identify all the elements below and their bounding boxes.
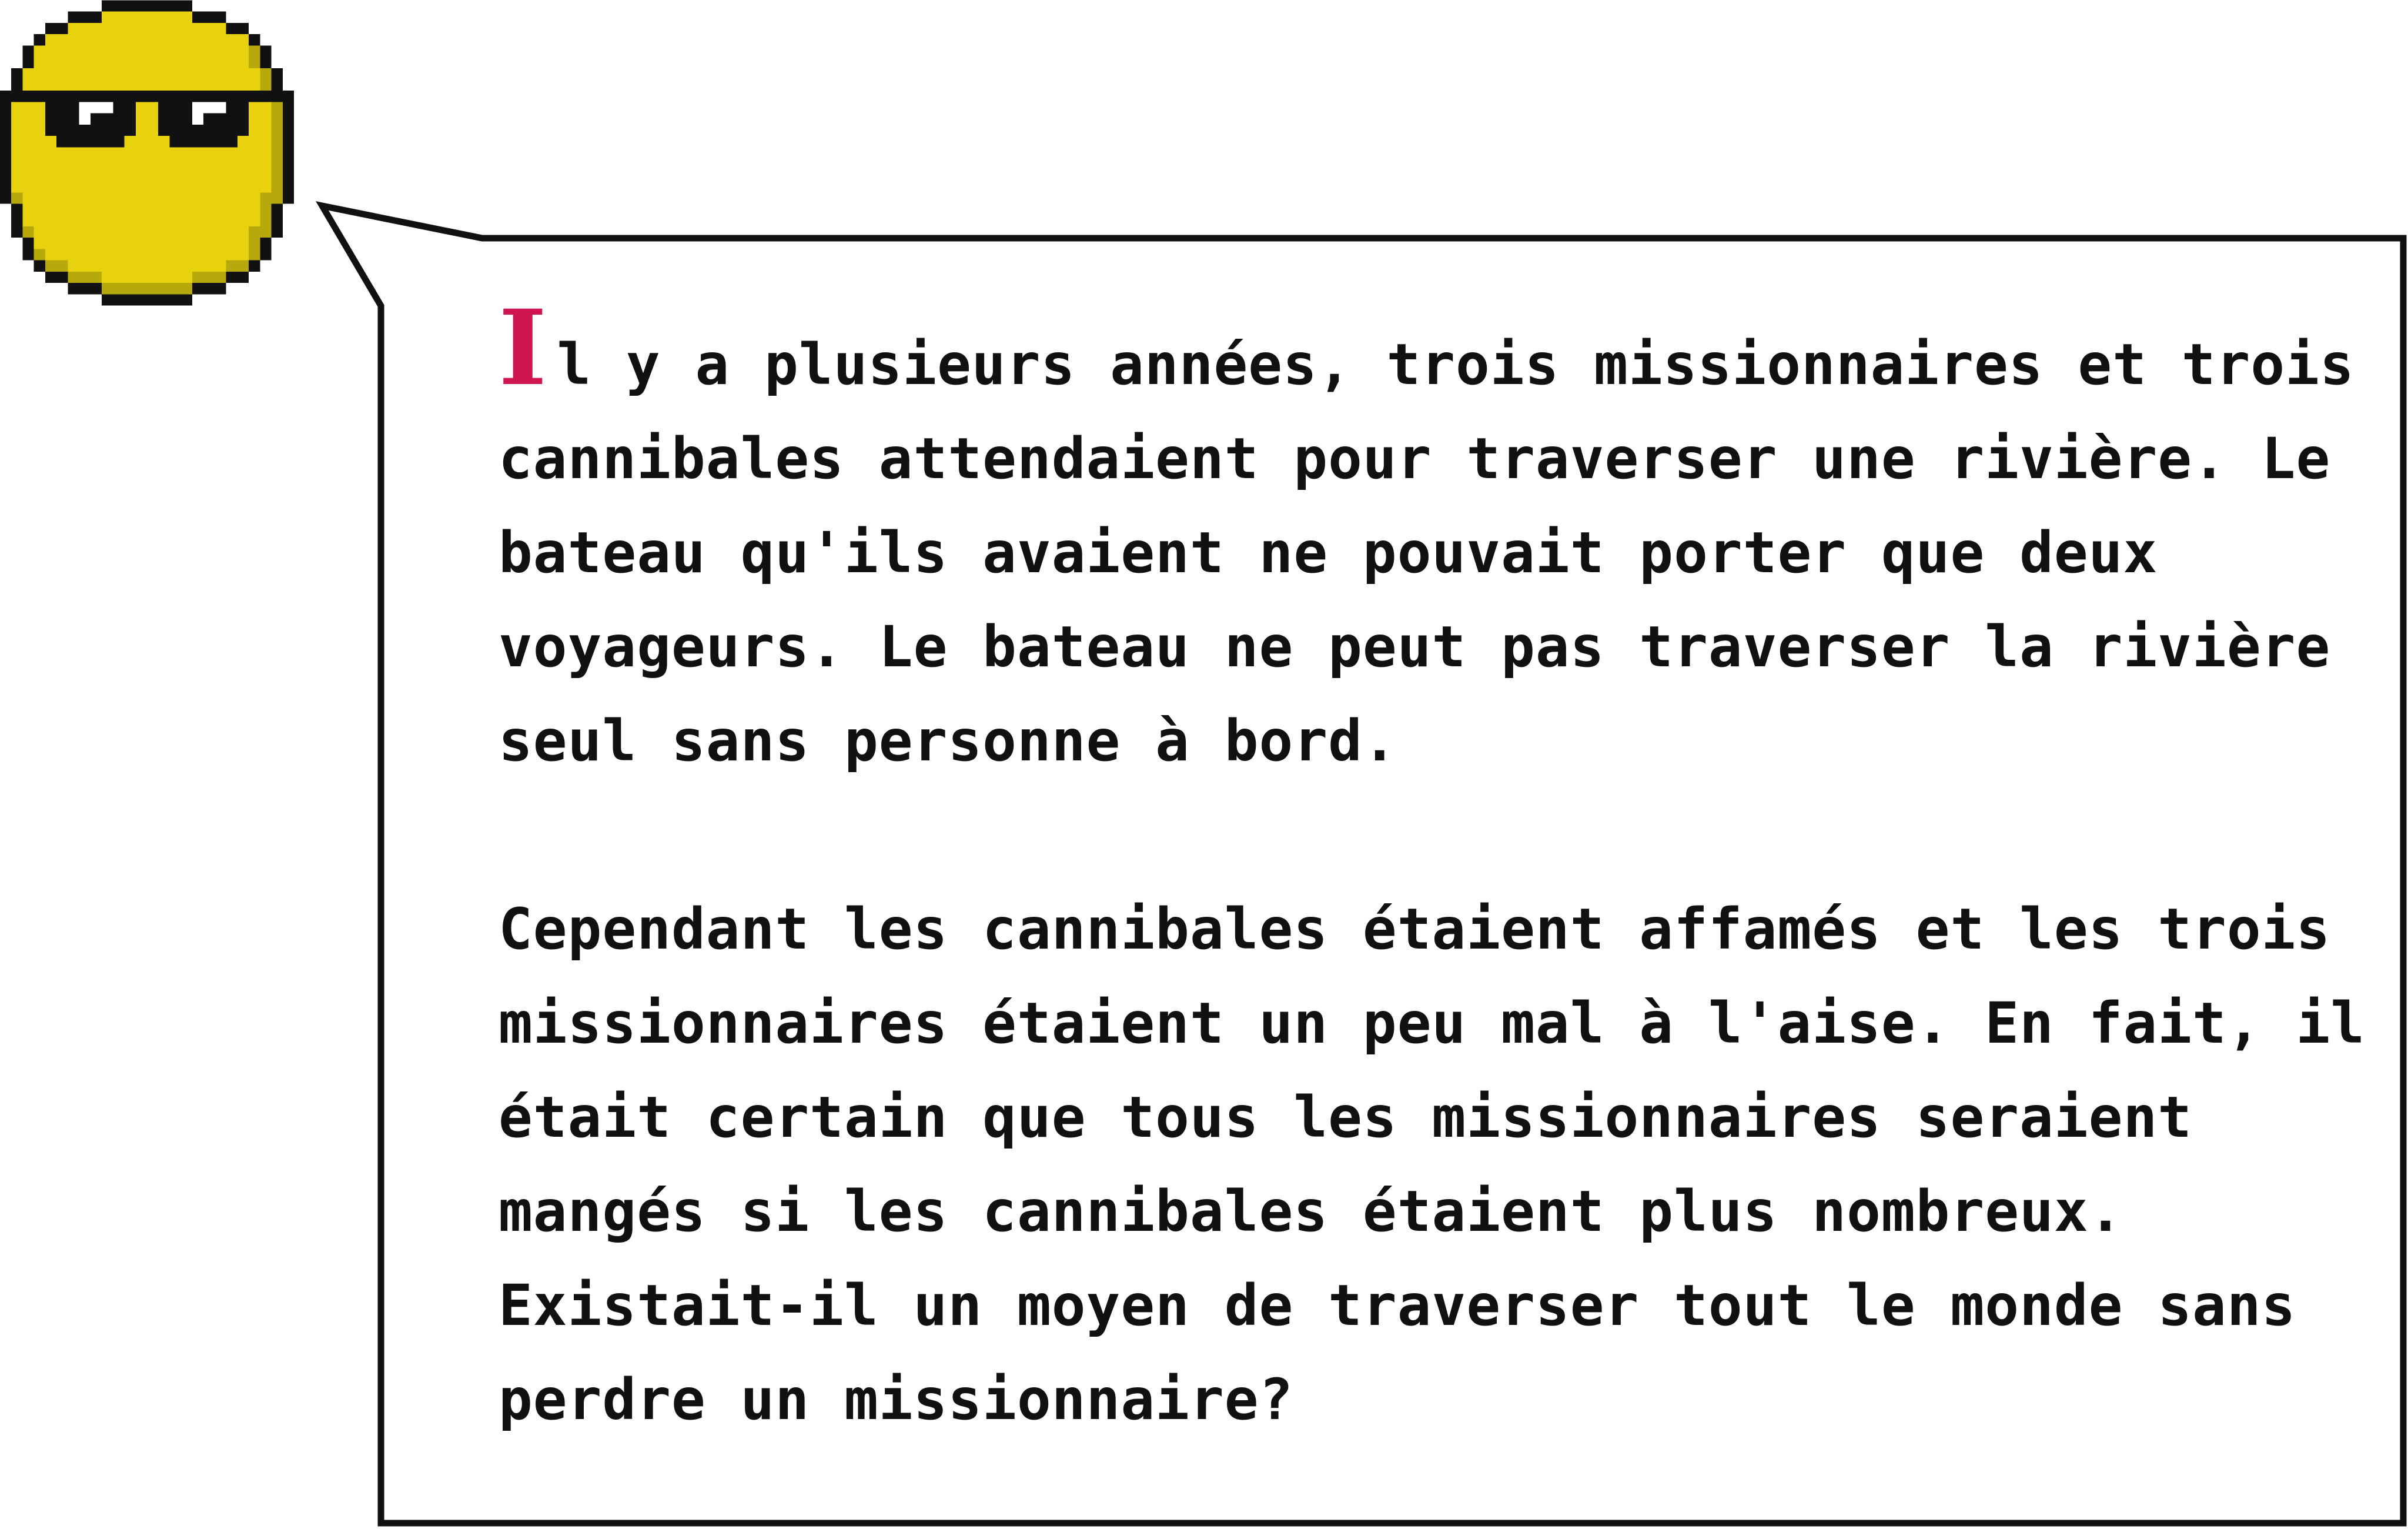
paragraph-text: l y a plusieurs années, trois missionnai… [499, 332, 2355, 774]
smiley-face [0, 0, 294, 306]
story-paragraph-1: Il y a plusieurs années, trois missionna… [499, 296, 2368, 788]
story-paragraph-2: Cependant les cannibales étaient affamés… [499, 896, 2366, 1244]
story-question: Existait-il un moyen de traverser tout l… [499, 1273, 2296, 1433]
speech-bubble-text: Il y a plusieurs années, trois missionna… [499, 296, 2368, 1447]
sunglasses-smiley-icon [0, 0, 294, 306]
drop-cap: I [499, 287, 548, 409]
